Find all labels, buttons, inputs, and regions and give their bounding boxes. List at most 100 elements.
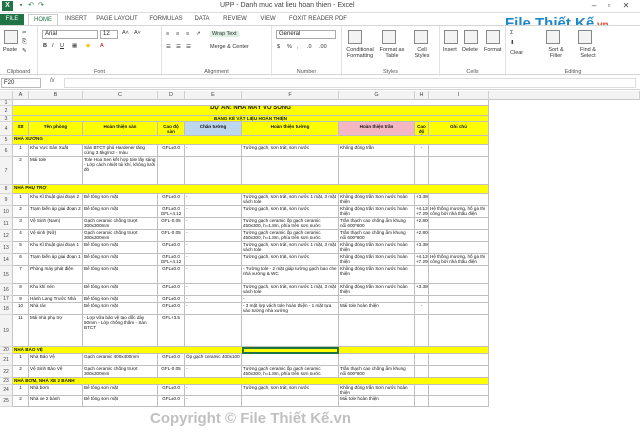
table-cell[interactable]: Trần thạch cao chống ẩm khung nổi 600*60… [339, 230, 415, 242]
redo-icon[interactable]: ↷ [37, 2, 45, 10]
table-cell[interactable]: Gạch ceramic chống trượt 300x300mm [83, 218, 158, 230]
tab-view[interactable]: VIEW [255, 14, 281, 25]
row-header[interactable]: 17 [0, 296, 13, 303]
maximize-icon[interactable]: ▫ [603, 1, 615, 11]
table-cell[interactable]: Hệ thống mương, hố ga thi công bởi nhà t… [429, 254, 489, 266]
table-cell[interactable]: +3.380 [415, 242, 429, 254]
find-select-button[interactable]: Find & Select [574, 47, 602, 59]
section-row[interactable]: NHÀ BẢO VỆ [13, 347, 489, 354]
formula-input[interactable] [64, 78, 636, 88]
table-cell[interactable] [415, 315, 429, 347]
table-cell[interactable]: Hệ thống mương, hố ga thi công bởi nhà t… [429, 206, 489, 218]
table-cell[interactable]: - [185, 366, 242, 378]
table-cell[interactable] [429, 296, 489, 303]
align-top-icon[interactable]: ≡ [166, 31, 169, 37]
table-cell[interactable] [415, 266, 429, 284]
table-cell[interactable] [339, 354, 415, 366]
table-cell[interactable]: +4.120 +7.290 [415, 254, 429, 266]
table-cell[interactable]: +2.800 [415, 230, 429, 242]
table-cell[interactable] [415, 157, 429, 185]
table-cell[interactable]: GFL+3.5 [158, 315, 185, 347]
tab-file[interactable]: FILE [0, 14, 24, 25]
conditional-formatting-button[interactable]: Conditional Formatting [344, 47, 376, 59]
currency-icon[interactable]: $ [277, 44, 280, 50]
table-cell[interactable]: Bê tông sơn mặt [83, 254, 158, 266]
delete-button[interactable]: Delete [462, 47, 478, 53]
table-cell[interactable]: Ốp gạch ceramic 400x100 [185, 354, 242, 366]
table-header-cell[interactable]: Cao độ sàn [158, 122, 185, 136]
name-box[interactable]: F20 [1, 78, 41, 88]
sort-filter-button[interactable]: Sort & Filter [542, 47, 570, 59]
underline-icon[interactable]: U [60, 43, 64, 49]
autosum-icon[interactable]: Σ [510, 30, 513, 36]
table-cell[interactable]: 6 [13, 254, 29, 266]
table-cell[interactable]: GFL±0.0 [158, 194, 185, 206]
table-cell[interactable] [429, 218, 489, 230]
table-cell[interactable] [242, 354, 339, 366]
table-cell[interactable]: Khu Vực Sản Xuất [29, 145, 83, 157]
table-cell[interactable] [242, 157, 339, 185]
borders-icon[interactable]: ▦ [72, 43, 77, 49]
font-color-icon[interactable]: A [100, 43, 104, 49]
sort-filter-icon[interactable] [546, 30, 560, 44]
table-cell[interactable] [429, 242, 489, 254]
close-icon[interactable]: ✕ [620, 1, 632, 11]
table-cell[interactable]: Mái nhà phụ trợ [29, 315, 83, 347]
table-cell[interactable]: Bê tông sơn mặt [83, 303, 158, 315]
table-cell[interactable]: 4 [13, 230, 29, 242]
table-cell[interactable]: 5 [13, 242, 29, 254]
table-cell[interactable]: - [339, 296, 415, 303]
table-cell[interactable]: Vệ sinh (Nữ) [29, 230, 83, 242]
cell-styles-button[interactable]: Cell Styles [410, 47, 434, 59]
minimize-icon[interactable]: – [588, 1, 600, 11]
table-cell[interactable] [415, 385, 429, 396]
table-cell[interactable]: GFL±0.0 [158, 284, 185, 296]
table-cell[interactable] [429, 194, 489, 206]
table-cell[interactable]: Tường gạch, sơn trát, sơn nước [242, 145, 339, 157]
table-cell[interactable]: - [185, 303, 242, 315]
column-header-i[interactable]: I [429, 91, 489, 100]
row-header[interactable]: 19 [0, 315, 13, 347]
table-cell[interactable]: GFL±0.0 [158, 296, 185, 303]
table-cell[interactable]: Bê tông sơn mặt [83, 206, 158, 218]
table-cell[interactable]: 9 [13, 296, 29, 303]
table-cell[interactable]: Hành Lang Trước Nhà Phụ Trợ [29, 296, 83, 303]
table-cell[interactable]: 2 [13, 396, 29, 407]
table-cell[interactable]: GFL±0.0 [158, 354, 185, 366]
section-row[interactable]: NHÀ BƠM, NHÀ XE 2 BÁNH [13, 378, 489, 385]
row-header[interactable]: 18 [0, 303, 13, 315]
tab-formulas[interactable]: FORMULAS [146, 14, 186, 25]
table-cell[interactable]: 2 [13, 206, 29, 218]
table-header-cell[interactable]: Ghi chú [429, 122, 489, 136]
table-cell[interactable]: - [415, 303, 429, 315]
row-header[interactable]: 15 [0, 266, 13, 284]
insert-icon[interactable] [444, 30, 458, 44]
table-cell[interactable]: - [185, 296, 242, 303]
clear-button[interactable]: Clear [510, 50, 523, 56]
table-cell[interactable] [242, 396, 339, 407]
table-cell[interactable]: 8 [13, 284, 29, 296]
table-cell[interactable]: Trạm biến áp giai đoạn 1 [29, 254, 83, 266]
table-cell[interactable]: Khu Kĩ thuật giai đoạn 1 [29, 242, 83, 254]
table-cell[interactable]: Bê tông sơn mặt [83, 396, 158, 407]
table-cell[interactable]: Tường gạch, sơn trát, sơn nước 1 mặt, 3 … [242, 242, 339, 254]
table-cell[interactable]: Vệ Sinh Bảo Vệ [29, 366, 83, 378]
table-cell[interactable]: - Lợp vữa bảo vệ tạo dốc dày 50mm - Lớp … [83, 315, 158, 347]
row-header[interactable]: 24 [0, 385, 13, 396]
table-cell[interactable]: 11 [13, 315, 29, 347]
table-cell[interactable] [429, 230, 489, 242]
table-cell[interactable]: 1 [13, 385, 29, 396]
table-cell[interactable]: - [185, 284, 242, 296]
table-cell[interactable]: Bê tông sơn mặt [83, 284, 158, 296]
table-cell[interactable]: Không đóng trần Sơn nước hoàn thiện [339, 254, 415, 266]
section-row[interactable]: NHÀ PHỤ TRỢ [13, 185, 489, 194]
table-cell[interactable]: Khu Kĩ thuật giai đoạn 2 [29, 194, 83, 206]
table-cell[interactable]: Mái tole hoàn thiện [339, 303, 415, 315]
table-cell[interactable]: Bê tông sơn mặt [83, 242, 158, 254]
tab-foxit[interactable]: FOXIT READER PDF [284, 14, 352, 25]
table-cell[interactable]: Tole Hoa Sen kết hợp tole lấy sáng - Lớp… [83, 157, 158, 185]
table-cell[interactable] [185, 157, 242, 185]
table-header-cell[interactable]: Chân tường [185, 122, 242, 136]
row-header[interactable]: 21 [0, 354, 13, 366]
delete-icon[interactable] [464, 30, 478, 44]
